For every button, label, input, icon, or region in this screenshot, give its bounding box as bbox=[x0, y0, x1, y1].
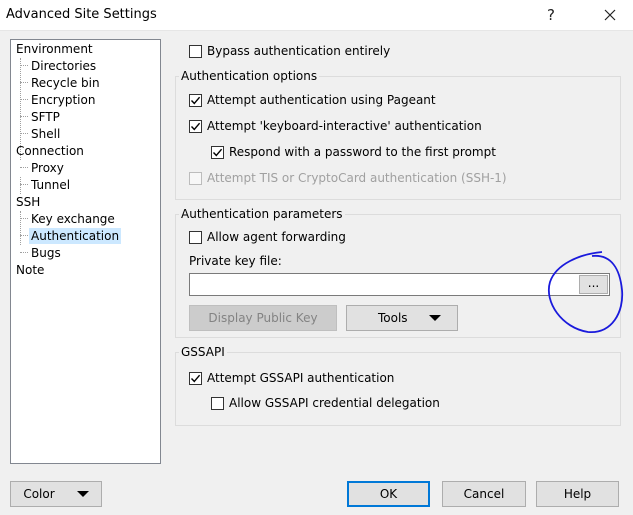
respond-password-checkbox[interactable]: Respond with a password to the first pro… bbox=[211, 145, 496, 159]
tis-checkbox: Attempt TIS or CryptoCard authentication… bbox=[189, 171, 507, 185]
checkbox-box[interactable] bbox=[189, 371, 202, 385]
check-icon bbox=[212, 148, 223, 156]
pageant-label: Attempt authentication using Pageant bbox=[207, 93, 436, 107]
tree-item-directories[interactable]: Directories bbox=[29, 58, 98, 74]
agent-forwarding-label: Allow agent forwarding bbox=[207, 230, 346, 244]
display-public-key-button: Display Public Key bbox=[189, 305, 337, 331]
checkbox-box[interactable] bbox=[211, 145, 224, 159]
tree-tick bbox=[20, 82, 28, 83]
check-icon bbox=[190, 122, 201, 130]
dropdown-arrow-icon bbox=[428, 315, 441, 321]
tree-tick bbox=[20, 184, 28, 185]
tree-item-shell[interactable]: Shell bbox=[29, 126, 62, 142]
tree-item-ssh[interactable]: SSH bbox=[14, 194, 42, 210]
gssapi-delegation-checkbox[interactable]: Allow GSSAPI credential delegation bbox=[211, 396, 440, 410]
help-label: Help bbox=[563, 487, 592, 501]
ok-label: OK bbox=[379, 487, 398, 501]
checkbox-box[interactable] bbox=[189, 230, 202, 244]
dropdown-arrow-icon bbox=[76, 491, 89, 497]
tree-item-tunnel[interactable]: Tunnel bbox=[29, 177, 72, 193]
tree-tick bbox=[20, 133, 28, 134]
tools-label: Tools bbox=[378, 311, 408, 325]
tree-item-recycle-bin[interactable]: Recycle bin bbox=[29, 75, 102, 91]
ok-button[interactable]: OK bbox=[347, 481, 430, 507]
private-key-label: Private key file: bbox=[189, 254, 282, 268]
check-icon bbox=[190, 96, 201, 104]
agent-forwarding-checkbox[interactable]: Allow agent forwarding bbox=[189, 230, 346, 244]
check-icon bbox=[190, 374, 201, 382]
auth-options-title: Authentication options bbox=[179, 69, 320, 83]
tree-connector bbox=[20, 177, 21, 194]
checkbox-box[interactable] bbox=[189, 93, 202, 107]
tree-tick bbox=[20, 167, 28, 168]
tree-tick bbox=[20, 235, 28, 236]
auth-params-title: Authentication parameters bbox=[179, 207, 345, 221]
bypass-auth-checkbox[interactable]: Bypass authentication entirely bbox=[189, 44, 390, 58]
checkbox-box[interactable] bbox=[211, 396, 224, 410]
gssapi-attempt-label: Attempt GSSAPI authentication bbox=[207, 371, 395, 385]
tree-item-key-exchange[interactable]: Key exchange bbox=[29, 211, 117, 227]
title-bar: Advanced Site Settings ? bbox=[0, 0, 633, 31]
gssapi-group bbox=[175, 352, 621, 426]
tis-label: Attempt TIS or CryptoCard authentication… bbox=[207, 171, 507, 185]
color-button[interactable]: Color bbox=[10, 481, 102, 507]
gssapi-attempt-checkbox[interactable]: Attempt GSSAPI authentication bbox=[189, 371, 394, 385]
tree-item-encryption[interactable]: Encryption bbox=[29, 92, 97, 108]
tree-tick bbox=[20, 252, 28, 253]
keyboard-interactive-checkbox[interactable]: Attempt 'keyboard-interactive' authentic… bbox=[189, 119, 482, 133]
annotation-circle bbox=[547, 251, 624, 333]
cancel-button[interactable]: Cancel bbox=[442, 481, 526, 507]
checkbox-box[interactable] bbox=[189, 44, 202, 58]
cancel-label: Cancel bbox=[463, 487, 505, 501]
tree-tick bbox=[20, 218, 28, 219]
tree-item-sftp[interactable]: SFTP bbox=[29, 109, 62, 125]
close-icon bbox=[604, 9, 616, 21]
help-title-button[interactable]: ? bbox=[528, 0, 574, 30]
display-public-key-label: Display Public Key bbox=[208, 311, 318, 325]
tree-tick bbox=[20, 99, 28, 100]
close-button[interactable] bbox=[587, 0, 633, 30]
tools-button[interactable]: Tools bbox=[346, 305, 458, 331]
checkbox-box[interactable] bbox=[189, 119, 202, 133]
tree-item-authentication[interactable]: Authentication bbox=[29, 228, 122, 244]
tree-item-environment[interactable]: Environment bbox=[14, 41, 95, 57]
pageant-checkbox[interactable]: Attempt authentication using Pageant bbox=[189, 93, 436, 107]
settings-tree[interactable]: Environment Directories Recycle bin Encr… bbox=[10, 39, 161, 464]
tree-tick bbox=[20, 116, 28, 117]
bypass-auth-label: Bypass authentication entirely bbox=[207, 44, 391, 58]
respond-password-label: Respond with a password to the first pro… bbox=[229, 145, 496, 159]
keyboard-interactive-label: Attempt 'keyboard-interactive' authentic… bbox=[207, 119, 482, 133]
window-title: Advanced Site Settings bbox=[6, 7, 157, 22]
checkbox-box bbox=[189, 171, 202, 185]
gssapi-title: GSSAPI bbox=[179, 345, 227, 359]
tree-tick bbox=[20, 65, 28, 66]
help-button[interactable]: Help bbox=[536, 481, 619, 507]
gssapi-delegation-label: Allow GSSAPI credential delegation bbox=[229, 396, 440, 410]
tree-connector bbox=[20, 211, 21, 245]
color-label: Color bbox=[23, 487, 55, 501]
tree-item-proxy[interactable]: Proxy bbox=[29, 160, 66, 176]
tree-item-bugs[interactable]: Bugs bbox=[29, 245, 63, 261]
tree-item-connection[interactable]: Connection bbox=[14, 143, 86, 159]
question-icon: ? bbox=[547, 6, 555, 24]
tree-item-note[interactable]: Note bbox=[14, 262, 46, 278]
